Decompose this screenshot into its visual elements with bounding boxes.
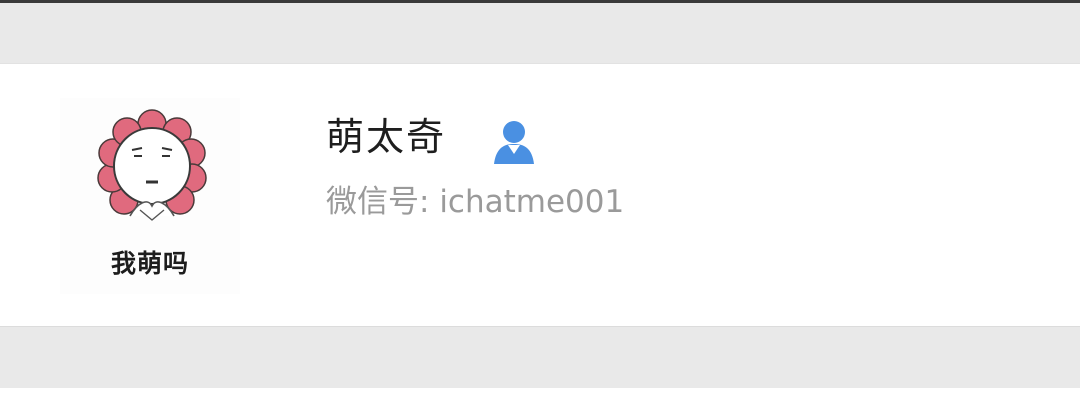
avatar[interactable]: 我萌吗 [60, 98, 240, 294]
profile-card[interactable]: 我萌吗 萌太奇 微信号: ichatme001 [0, 63, 1080, 327]
wechat-id-value: ichatme001 [439, 184, 625, 220]
section-gap [0, 3, 1080, 63]
wechat-id: 微信号: ichatme001 [326, 182, 624, 222]
next-section [0, 388, 1080, 408]
avatar-caption: 我萌吗 [110, 249, 189, 278]
section-gap [0, 327, 1080, 388]
flower-face-icon [97, 109, 207, 221]
profile-name: 萌太奇 [326, 115, 447, 159]
wechat-id-label: 微信号: [326, 184, 430, 220]
contact-person-icon [490, 118, 538, 164]
